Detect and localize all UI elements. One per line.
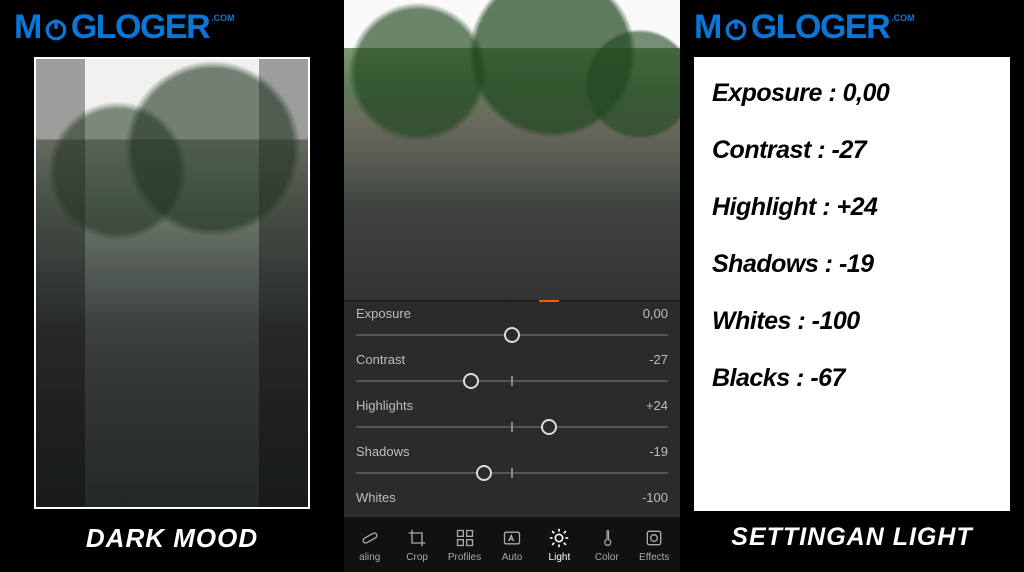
slider-knob[interactable] [476,465,492,481]
slider-exposure: Exposure 0,00 [356,306,668,344]
slider-contrast: Contrast -27 [356,352,668,390]
light-sliders: Exposure 0,00 Contrast -27 [344,302,680,516]
slider-value: +24 [646,398,668,413]
slider-label: Whites [356,490,396,505]
bottom-toolbar: aling Crop Profiles Auto [344,516,680,572]
auto-icon [501,527,523,549]
bandage-icon [360,527,380,549]
tool-label: Effects [639,552,669,563]
slider-whites: Whites -100 [356,490,668,505]
slider-label: Exposure [356,306,411,321]
crop-icon [407,527,427,549]
right-panel: M GLOGER .COM Exposure : 0,00 Contrast :… [680,0,1024,572]
settings-title: SETTINGAN LIGHT [680,523,1024,552]
sun-icon [548,527,570,549]
tool-label: Crop [406,552,428,563]
brand-logo-left: M GLOGER .COM [0,0,344,51]
brand-m: M [694,8,721,47]
slider-knob[interactable] [463,373,479,389]
power-icon [722,15,750,43]
slider-knob[interactable] [504,327,520,343]
setting-blacks: Blacks : -67 [712,364,992,393]
tool-auto[interactable]: Auto [488,527,535,563]
slider-label: Highlights [356,398,413,413]
brand-logo-right: M GLOGER .COM [680,0,1024,51]
tool-label: Light [549,552,571,563]
slider-track-exposure[interactable] [356,326,668,344]
slider-value: -27 [649,352,668,367]
tool-color[interactable]: Color [583,527,630,563]
effects-icon [644,527,664,549]
brand-rest: GLOGER [751,8,889,47]
tool-label: aling [359,552,380,563]
slider-label: Contrast [356,352,405,367]
preset-name: DARK MOOD [0,523,344,554]
slider-label: Shadows [356,444,409,459]
slider-track-shadows[interactable] [356,464,668,482]
center-panel: Before Exposure 0,00 Contrast -27 [344,0,680,572]
thermometer-icon [598,527,616,549]
brand-m: M [14,8,41,47]
settings-card: Exposure : 0,00 Contrast : -27 Highlight… [694,57,1010,511]
tool-label: Profiles [448,552,481,563]
setting-exposure: Exposure : 0,00 [712,79,992,108]
brand-tld: .COM [211,13,235,23]
tool-light[interactable]: Light [536,527,583,563]
tool-label: Auto [502,552,523,563]
tool-label: Color [595,552,619,563]
grid-icon [455,527,475,549]
preset-preview-image [34,57,310,509]
slider-shadows: Shadows -19 [356,444,668,482]
slider-value: -19 [649,444,668,459]
slider-highlights: Highlights +24 [356,398,668,436]
slider-value: 0,00 [643,306,668,321]
lightroom-app: Before Exposure 0,00 Contrast -27 [344,0,680,572]
slider-value: -100 [642,490,668,505]
tool-crop[interactable]: Crop [393,527,440,563]
left-panel: M GLOGER .COM DARK MOOD [0,0,344,572]
slider-track-contrast[interactable] [356,372,668,390]
editor-preview-image[interactable] [344,0,680,300]
setting-highlight: Highlight : +24 [712,193,992,222]
slider-track-highlights[interactable] [356,418,668,436]
setting-contrast: Contrast : -27 [712,136,992,165]
setting-shadows: Shadows : -19 [712,250,992,279]
slider-knob[interactable] [541,419,557,435]
tool-profiles[interactable]: Profiles [441,527,488,563]
brand-tld: .COM [891,13,915,23]
brand-rest: GLOGER [71,8,209,47]
tool-healing[interactable]: aling [346,527,393,563]
tool-effects[interactable]: Effects [631,527,678,563]
setting-whites: Whites : -100 [712,307,992,336]
power-icon [42,15,70,43]
